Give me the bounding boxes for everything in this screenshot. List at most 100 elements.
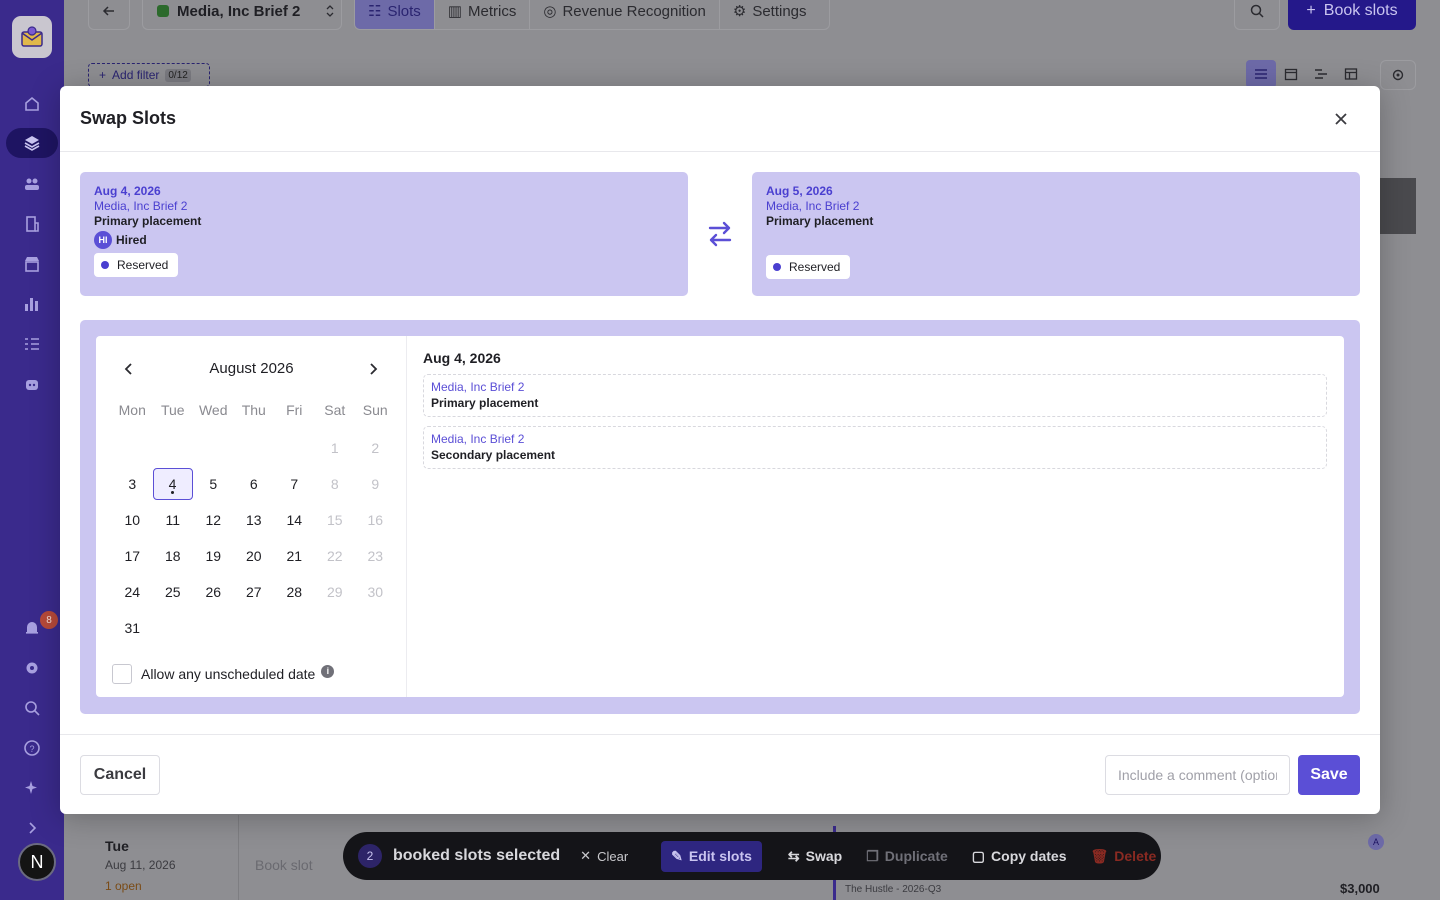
expand-chevron-icon[interactable] — [10, 813, 54, 843]
add-filter-button[interactable]: + Add filter 0/12 — [88, 63, 210, 87]
tab-slots[interactable]: ☷ Slots — [355, 0, 435, 29]
tab-metrics[interactable]: ▥ Metrics — [435, 0, 531, 29]
close-icon: ✕ — [580, 848, 592, 863]
calendar-view-icon[interactable] — [1276, 60, 1306, 88]
calendar-day[interactable]: 21 — [274, 538, 315, 574]
edit-slots-button[interactable]: ✎ Edit slots — [661, 840, 762, 872]
calendar-day[interactable]: 6 — [234, 466, 275, 502]
row-divider — [238, 815, 239, 900]
calendar-day[interactable]: 17 — [112, 538, 153, 574]
calendar-day[interactable]: 3 — [112, 466, 153, 502]
layers-icon[interactable] — [6, 128, 58, 158]
calendar-day[interactable]: 20 — [234, 538, 275, 574]
calendar-day[interactable]: 5 — [193, 466, 234, 502]
list-settings-button[interactable] — [1380, 60, 1416, 90]
available-slot-option[interactable]: Media, Inc Brief 2 Secondary placement — [423, 426, 1327, 469]
search-button[interactable] — [1234, 0, 1280, 30]
robot-icon[interactable] — [10, 369, 54, 399]
target-slot-date: Aug 5, 2026 — [766, 184, 833, 198]
available-slot-option[interactable]: Media, Inc Brief 2 Primary placement — [423, 374, 1327, 417]
user-avatar[interactable]: N — [18, 843, 56, 881]
calendar-day[interactable]: 28 — [274, 574, 315, 610]
weekday-label: Sat — [324, 402, 346, 418]
target-slot-card: Aug 5, 2026 Media, Inc Brief 2 Primary p… — [752, 172, 1360, 296]
allow-unscheduled-checkbox[interactable] — [112, 664, 132, 684]
timeline-view-icon[interactable] — [1306, 60, 1336, 88]
calendar-day[interactable]: 24 — [112, 574, 153, 610]
available-slots-panel: Aug 4, 2026 Media, Inc Brief 2 Primary p… — [423, 350, 1327, 469]
list-view-icon[interactable] — [1246, 60, 1276, 88]
calendar-day[interactable]: 11 — [153, 502, 194, 538]
swap-arrows-icon — [708, 221, 732, 247]
swap-button[interactable]: ⇆ Swap — [788, 848, 842, 865]
weekday-label: Fri — [286, 402, 303, 418]
sparkles-icon[interactable] — [10, 773, 54, 803]
building-icon[interactable] — [10, 209, 54, 239]
home-icon[interactable] — [10, 89, 54, 119]
calendar-day-disabled: 9 — [371, 476, 380, 492]
calendar-day-disabled: 22 — [326, 548, 343, 564]
copy-dates-button[interactable]: ▢ Copy dates — [972, 848, 1067, 865]
close-button[interactable] — [1330, 108, 1352, 130]
selected-text: booked slots selected — [393, 847, 561, 864]
tab-settings[interactable]: ⚙ Settings — [720, 0, 820, 29]
help-icon[interactable]: ? — [10, 733, 54, 763]
calendar-day[interactable]: 31 — [112, 610, 153, 646]
project-selector[interactable]: Media, Inc Brief 2 — [142, 0, 342, 30]
bar-chart-icon[interactable] — [10, 289, 54, 319]
weekday-label: Sun — [362, 402, 388, 418]
plus-icon: + — [1306, 2, 1316, 19]
row-day: Tue — [105, 838, 129, 854]
calendar-day[interactable]: 10 — [112, 502, 153, 538]
tab-revenue-recognition[interactable]: ◎ Revenue Recognition — [530, 0, 720, 29]
target-slot-placement: Primary placement — [766, 214, 874, 228]
calendar-day[interactable]: 12 — [193, 502, 234, 538]
bar-chart-icon: ▥ — [447, 3, 462, 20]
chevron-updown-icon — [326, 5, 334, 17]
calendar-day-disabled: 29 — [326, 584, 343, 600]
calendar-day[interactable]: 13 — [234, 502, 275, 538]
save-button[interactable]: Save — [1298, 755, 1360, 795]
checklist-icon[interactable] — [10, 329, 54, 359]
calendar-day[interactable]: 26 — [193, 574, 234, 610]
calendar-day[interactable]: 19 — [193, 538, 234, 574]
background-collapse-tab — [1380, 178, 1416, 234]
slot-brief: Media, Inc Brief 2 — [431, 432, 525, 446]
calendar-day-disabled: 30 — [367, 584, 384, 600]
calendar-month-label: August 2026 — [209, 360, 294, 377]
search-icon[interactable] — [10, 693, 54, 723]
weekday-label: Mon — [118, 402, 146, 418]
book-slots-button[interactable]: + Book slots — [1288, 0, 1416, 30]
cancel-button[interactable]: Cancel — [80, 755, 160, 795]
slot-sponsor: The Hustle - 2026-Q3 — [845, 884, 942, 895]
calendar-day-selected[interactable]: 4 — [152, 468, 193, 500]
allow-unscheduled-label: Allow any unscheduled date — [141, 666, 316, 682]
gear-icon[interactable] — [10, 653, 54, 683]
calendar-day[interactable]: 14 — [274, 502, 315, 538]
calendar-day-disabled: 23 — [367, 548, 384, 564]
calendar-day[interactable]: 7 — [274, 466, 315, 502]
selected-count-badge: 2 — [358, 844, 382, 868]
comment-input[interactable] — [1105, 755, 1290, 795]
duplicate-button[interactable]: ❐ Duplicate — [866, 848, 948, 865]
calendar-day[interactable]: 25 — [153, 574, 194, 610]
gear-icon: ⚙ — [732, 3, 747, 20]
book-slot-link[interactable]: Book slot — [255, 857, 313, 873]
calendar-empty-cell — [112, 430, 153, 466]
store-icon[interactable] — [10, 249, 54, 279]
app-logo[interactable] — [12, 16, 52, 58]
calendar-day[interactable]: 27 — [234, 574, 275, 610]
view-tabs: ☷ Slots ▥ Metrics ◎ Revenue Recognition ⚙ Se… — [354, 0, 830, 30]
weekday-label: Wed — [198, 402, 228, 418]
info-icon[interactable]: i — [321, 664, 335, 678]
calendar-day[interactable]: 18 — [153, 538, 194, 574]
delete-button[interactable]: 🗑 Delete — [1091, 848, 1157, 865]
team-icon[interactable] — [10, 169, 54, 199]
swap-icon: ⇆ — [787, 847, 800, 864]
table-view-icon[interactable] — [1336, 60, 1366, 88]
swap-slots-modal: Swap Slots Aug 4, 2026 Media, Inc Brief … — [60, 86, 1380, 814]
clear-selection-button[interactable]: ✕ Clear — [580, 848, 628, 864]
project-color-dot — [157, 5, 169, 17]
back-button[interactable] — [88, 0, 130, 30]
next-month-button[interactable] — [363, 358, 385, 380]
